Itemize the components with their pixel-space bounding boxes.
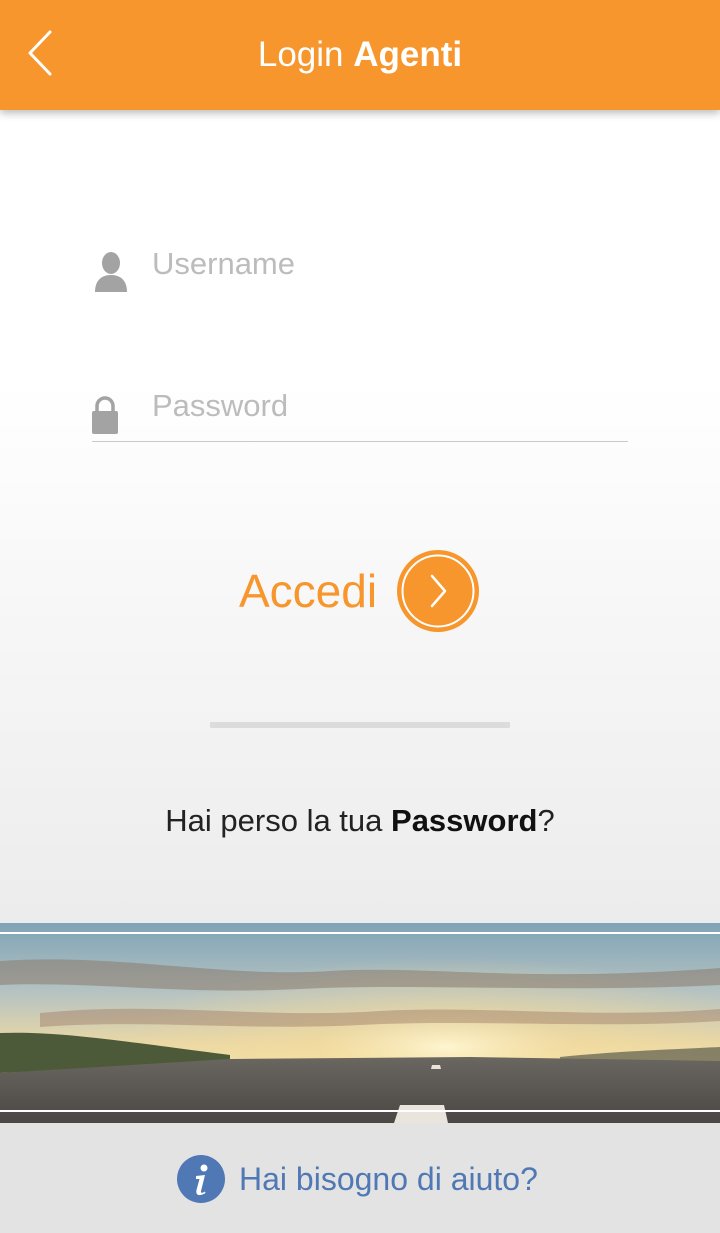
user-icon	[95, 252, 127, 292]
forgot-password-word: Password	[391, 803, 538, 838]
help-label: Hai bisogno di aiuto?	[239, 1161, 538, 1197]
title-light: Login	[257, 35, 344, 74]
title-bold: Agenti	[353, 35, 463, 74]
username-field[interactable]	[152, 239, 628, 289]
info-icon	[177, 1155, 225, 1203]
separator	[210, 722, 510, 728]
password-field[interactable]	[152, 381, 628, 431]
forgot-password-link[interactable]: Hai perso la tua Password?	[0, 801, 720, 841]
app-header: Login Agenti	[0, 0, 720, 110]
help-link[interactable]: Hai bisogno di aiuto?	[176, 1153, 538, 1205]
chevron-right-circle-icon	[397, 550, 479, 632]
password-underline	[92, 441, 628, 442]
forgot-prefix: Hai perso la tua	[165, 803, 392, 838]
lock-icon	[92, 396, 118, 434]
help-bar: Hai bisogno di aiuto?	[0, 1123, 720, 1233]
login-button[interactable]: Accedi	[236, 545, 486, 637]
forgot-suffix: ?	[537, 803, 555, 838]
road-sunset-image	[0, 923, 720, 1123]
page-title: Login Agenti	[0, 34, 720, 76]
login-button-label: Accedi	[239, 565, 378, 617]
